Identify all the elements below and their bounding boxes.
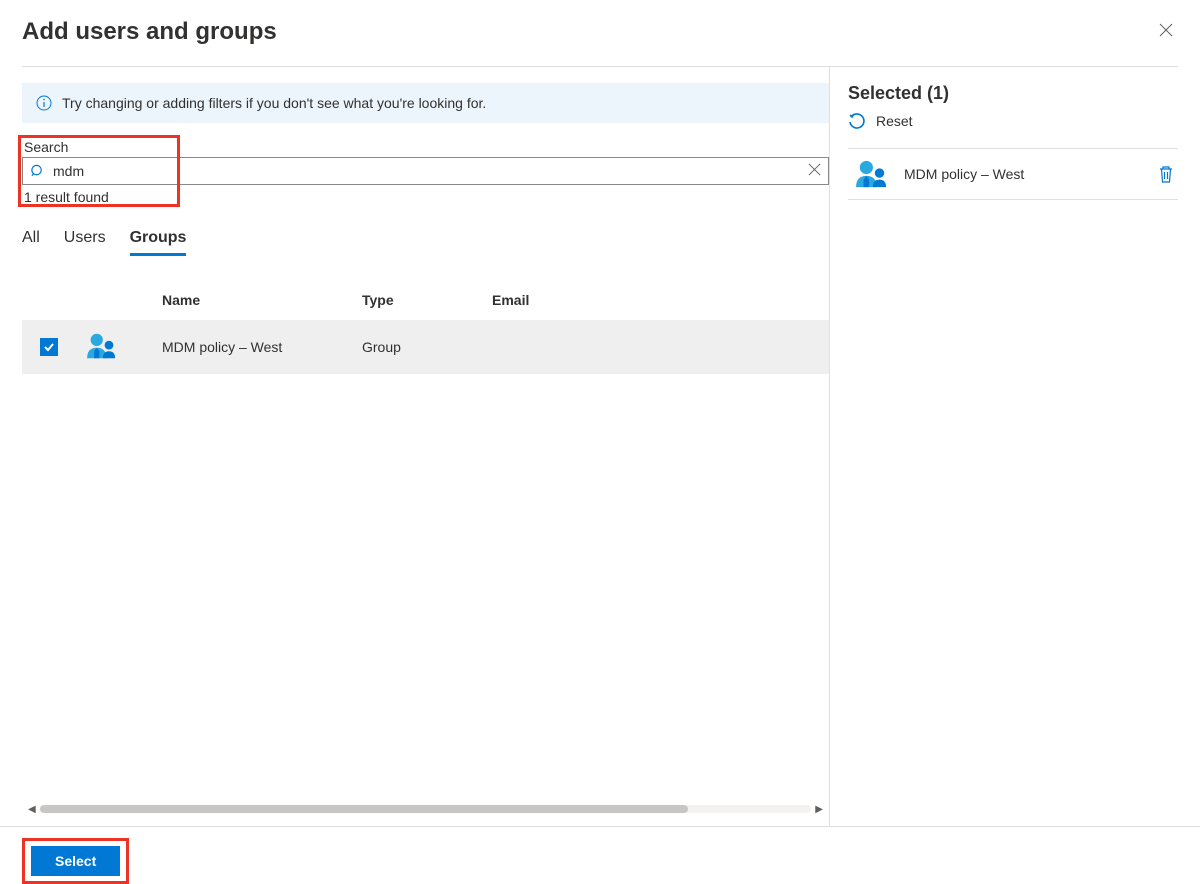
close-button[interactable] — [1154, 18, 1178, 45]
select-button[interactable]: Select — [31, 846, 120, 876]
row-checkbox[interactable] — [40, 338, 58, 356]
search-result-count: 1 result found — [22, 189, 829, 205]
search-section: Search 1 — [22, 123, 829, 205]
dialog-add-users-groups: Add users and groups Try changing or add… — [0, 0, 1200, 884]
dialog-header: Add users and groups — [0, 0, 1200, 66]
dialog-body: Try changing or adding filters if you do… — [0, 67, 1200, 826]
close-icon — [1158, 22, 1174, 38]
tab-groups[interactable]: Groups — [130, 229, 187, 256]
info-text: Try changing or adding filters if you do… — [62, 95, 486, 111]
scroll-right-arrow[interactable]: ▶ — [815, 804, 823, 815]
row-name: MDM policy – West — [126, 339, 362, 355]
horizontal-scrollbar[interactable]: ◀ ▶ — [22, 800, 829, 818]
column-type: Type — [362, 292, 492, 308]
search-icon — [30, 164, 45, 179]
group-icon — [84, 332, 120, 360]
selected-item-name: MDM policy – West — [904, 166, 1146, 182]
reset-button[interactable]: Reset — [848, 112, 1178, 130]
selected-title: Selected (1) — [848, 83, 1178, 104]
trash-icon — [1160, 167, 1172, 182]
filter-tabs: All Users Groups — [22, 229, 829, 256]
row-type: Group — [362, 339, 492, 355]
search-input[interactable] — [22, 157, 829, 185]
dialog-title: Add users and groups — [22, 18, 277, 46]
info-icon — [36, 95, 52, 111]
scroll-track[interactable] — [40, 805, 812, 813]
dialog-footer: Select — [0, 826, 1200, 884]
remove-button[interactable] — [1158, 165, 1174, 183]
search-label: Search — [22, 139, 829, 155]
clear-search-button[interactable] — [808, 163, 821, 179]
table-row[interactable]: MDM policy – West Group — [22, 320, 829, 374]
annotation-highlight: Select — [22, 838, 129, 884]
selected-panel: Selected (1) Reset MDM policy – West — [830, 67, 1200, 826]
tab-all[interactable]: All — [22, 229, 40, 256]
check-icon — [43, 341, 55, 353]
column-name: Name — [126, 292, 362, 308]
close-icon — [808, 163, 821, 176]
tab-users[interactable]: Users — [64, 229, 106, 256]
info-banner: Try changing or adding filters if you do… — [22, 83, 829, 123]
reset-label: Reset — [876, 113, 913, 129]
results-table: Name Type Email — [22, 284, 829, 826]
undo-icon — [848, 112, 866, 130]
scroll-left-arrow[interactable]: ◀ — [28, 804, 36, 815]
left-panel: Try changing or adding filters if you do… — [0, 67, 830, 826]
scroll-thumb[interactable] — [40, 805, 688, 813]
table-header: Name Type Email — [22, 284, 829, 320]
selected-item: MDM policy – West — [848, 149, 1178, 200]
group-icon — [852, 159, 892, 189]
column-email: Email — [492, 292, 829, 308]
